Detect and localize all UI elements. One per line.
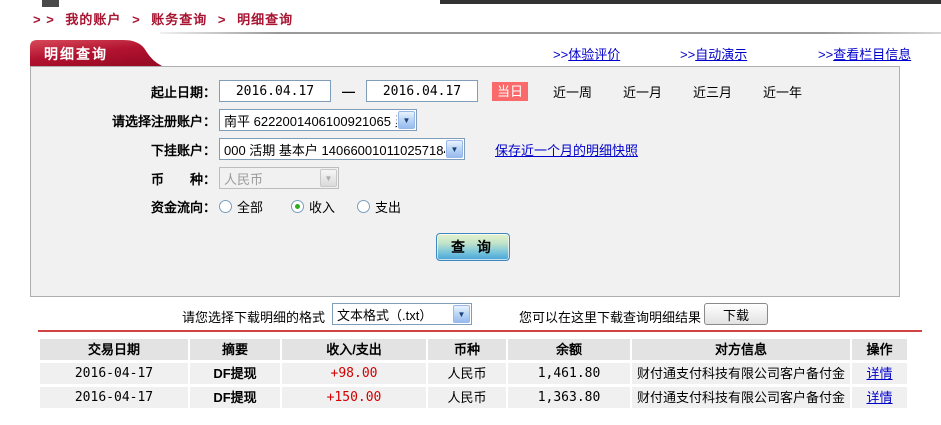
- cell-balance: 1,363.80: [508, 387, 630, 408]
- header-divider: [160, 32, 941, 34]
- detail-link[interactable]: 详情: [852, 363, 907, 384]
- link-label: 自动演示: [695, 47, 748, 62]
- flow-direction-row: 资金流向： 全部 收入 支出: [31, 195, 899, 217]
- table-row: 2016-04-17 DF提现 +98.00 人民币 1,461.80 财付通支…: [40, 363, 907, 384]
- chevron-down-icon[interactable]: ▼: [446, 140, 463, 158]
- register-account-label: 请选择注册账户：: [111, 113, 216, 129]
- link-label: 查看栏目信息: [833, 47, 912, 62]
- table-row: 2016-04-17 DF提现 +150.00 人民币 1,363.80 财付通…: [40, 387, 907, 408]
- preset-last-week-button[interactable]: 近一周: [553, 82, 592, 101]
- currency-value: 人民币: [224, 171, 264, 187]
- preset-last-quarter-button[interactable]: 近三月: [693, 82, 732, 101]
- currency-label: 币 种：: [150, 171, 216, 187]
- date-range-label: 起止日期：: [150, 84, 216, 100]
- cell-amount: +150.00: [282, 387, 426, 408]
- chevron-down-icon: ▼: [320, 169, 337, 187]
- breadcrumb-item-account-query[interactable]: 账务查询: [151, 12, 207, 27]
- tab-detail-query[interactable]: 明细查询: [30, 40, 162, 66]
- flow-option-all[interactable]: 全部: [219, 197, 263, 216]
- breadcrumb-item-detail-query[interactable]: 明细查询: [237, 12, 293, 27]
- cell-amount: +98.00: [282, 363, 426, 384]
- start-date-input[interactable]: [219, 80, 331, 102]
- auto-demo-link[interactable]: >>自动演示: [680, 44, 747, 63]
- download-format-label: 请您选择下载明细的格式: [181, 310, 325, 325]
- register-account-select[interactable]: 南平 6222001406100921065 灵通卡 ▼: [219, 109, 417, 131]
- download-result-label: 您可以在这里下载查询明细结果: [519, 310, 702, 325]
- header-amount: 收入/支出: [282, 339, 426, 360]
- header-summary: 摘要: [190, 339, 280, 360]
- breadcrumb-prefix: > >: [33, 12, 55, 27]
- view-column-info-link[interactable]: >>查看栏目信息: [818, 44, 911, 63]
- download-button[interactable]: 下载: [704, 303, 768, 325]
- header-currency: 币种: [428, 339, 506, 360]
- cell-currency: 人民币: [428, 363, 506, 384]
- sub-account-select[interactable]: 000 活期 基本户 1406600101102571848 ▼: [219, 138, 465, 160]
- breadcrumb-separator: >: [217, 12, 227, 27]
- cell-date: 2016-04-17: [40, 387, 188, 408]
- register-account-row: 请选择注册账户： 南平 6222001406100921065 灵通卡 ▼: [31, 109, 899, 131]
- download-format-value: 文本格式（.txt）: [337, 307, 433, 323]
- currency-select-disabled: 人民币 ▼: [219, 167, 339, 189]
- end-date-input[interactable]: [366, 80, 478, 102]
- header-counterparty: 对方信息: [632, 339, 850, 360]
- register-account-value: 南平 6222001406100921065 灵通卡: [224, 113, 397, 129]
- tab-title: 明细查询: [44, 46, 108, 62]
- cell-summary: DF提现: [190, 387, 280, 408]
- chevron-down-icon[interactable]: ▼: [398, 111, 415, 129]
- radio-unchecked-icon[interactable]: [357, 199, 371, 213]
- flow-option-all-label: 全部: [237, 199, 264, 215]
- link-prefix: >>: [553, 47, 569, 62]
- date-range-row: 起止日期： — 当日 近一周 近一月 近三月 近一年: [31, 80, 899, 102]
- cell-balance: 1,461.80: [508, 363, 630, 384]
- header-balance: 余额: [508, 339, 630, 360]
- sub-account-row: 下挂账户： 000 活期 基本户 1406600101102571848 ▼ 保…: [31, 138, 899, 160]
- top-edge-line: [440, 0, 941, 4]
- results-table: 交易日期 摘要 收入/支出 币种 余额 对方信息 操作 2016-04-17 D…: [40, 339, 907, 411]
- cell-counterparty: 财付通支付科技有限公司客户备付金: [632, 363, 850, 384]
- link-label: 体验评价: [568, 47, 621, 62]
- query-button[interactable]: 查 询: [436, 233, 510, 261]
- preset-last-month-button[interactable]: 近一月: [623, 82, 662, 101]
- radio-unchecked-icon[interactable]: [219, 199, 232, 213]
- query-form-panel: 起止日期： — 当日 近一周 近一月 近三月 近一年 请选择注册账户： 南平 6…: [30, 66, 900, 297]
- date-range-dash: —: [342, 83, 355, 99]
- flow-direction-label: 资金流向：: [150, 199, 216, 215]
- header-date: 交易日期: [40, 339, 188, 360]
- flow-option-expense-label: 支出: [375, 199, 402, 215]
- breadcrumb-item-my-account[interactable]: 我的账户: [65, 12, 121, 27]
- currency-row: 币 种： 人民币 ▼: [31, 167, 899, 189]
- sub-account-label: 下挂账户：: [150, 142, 216, 158]
- link-prefix: >>: [680, 47, 696, 62]
- cell-summary: DF提现: [190, 363, 280, 384]
- flow-option-income[interactable]: 收入: [291, 197, 335, 216]
- flow-option-expense[interactable]: 支出: [357, 197, 401, 216]
- cell-counterparty: 财付通支付科技有限公司客户备付金: [632, 387, 850, 408]
- header-action: 操作: [852, 339, 907, 360]
- preset-last-year-button[interactable]: 近一年: [763, 82, 802, 101]
- experience-review-link[interactable]: >>体验评价: [553, 44, 620, 63]
- table-top-divider: [38, 330, 922, 332]
- chevron-down-icon[interactable]: ▼: [453, 305, 470, 323]
- cell-date: 2016-04-17: [40, 363, 188, 384]
- radio-checked-icon[interactable]: [291, 199, 305, 213]
- breadcrumb-separator: >: [132, 12, 141, 27]
- flow-option-income-label: 收入: [309, 199, 336, 215]
- cell-currency: 人民币: [428, 387, 506, 408]
- download-format-select[interactable]: 文本格式（.txt） ▼: [332, 303, 472, 325]
- breadcrumb: > > 我的账户 > 账务查询 > 明细查询: [33, 9, 299, 28]
- table-header-row: 交易日期 摘要 收入/支出 币种 余额 对方信息 操作: [40, 339, 907, 360]
- sub-account-value: 000 活期 基本户 1406600101102571848: [224, 142, 445, 158]
- detail-link[interactable]: 详情: [852, 387, 907, 408]
- top-edge-fragment: [42, 0, 59, 7]
- preset-today-button[interactable]: 当日: [492, 81, 528, 101]
- link-prefix: >>: [818, 47, 834, 62]
- save-snapshot-link[interactable]: 保存近一个月的明细快照: [495, 140, 638, 159]
